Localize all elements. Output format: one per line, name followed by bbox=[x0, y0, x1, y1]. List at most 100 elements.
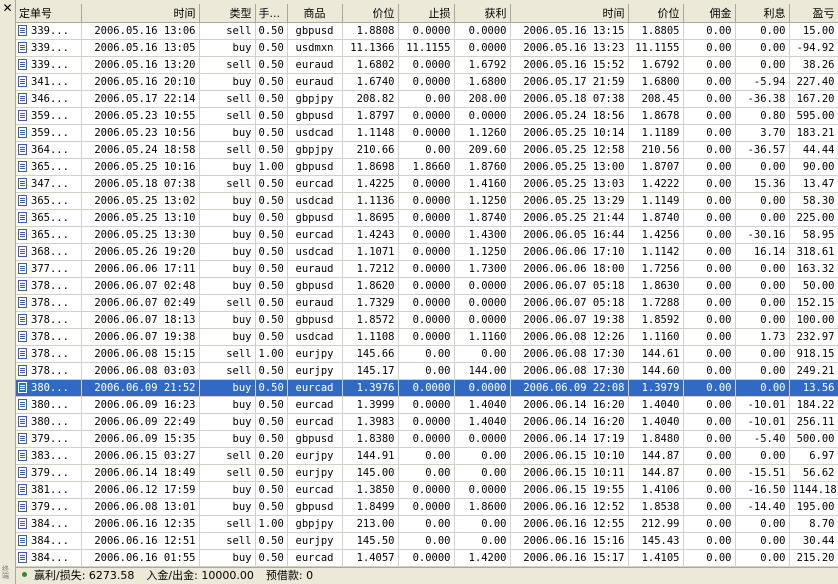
table-row[interactable]: 346... 2006.05.17 22:14 sell 0.50 gbpjpy 208.… bbox=[16, 90, 838, 108]
cell-close-time: 2006.06.16 12:55 bbox=[510, 515, 629, 533]
table-row[interactable]: 384... 2006.06.16 12:51 sell 0.50 eurjpy 145.… bbox=[16, 532, 838, 550]
cell-open-price: 1.3983 bbox=[342, 413, 399, 431]
cell-close-time: 2006.05.16 13:23 bbox=[510, 39, 629, 57]
table-row[interactable]: 379... 2006.06.09 15:35 buy 0.50 gbpusd 1.838… bbox=[16, 430, 838, 448]
cell-open-price: 1.8499 bbox=[342, 498, 399, 516]
table-row[interactable]: 339... 2006.05.16 13:20 sell 0.50 euraud 1.68… bbox=[16, 56, 838, 74]
cell-lots: 0.50 bbox=[255, 226, 288, 244]
cell-close-time: 2006.06.15 10:10 bbox=[510, 447, 629, 465]
table-row[interactable]: 378... 2006.06.07 19:38 buy 0.50 usdcad 1.110… bbox=[16, 328, 838, 346]
order-document-icon bbox=[18, 245, 27, 257]
table-row[interactable]: 380... 2006.06.09 21:52 buy 0.50 eurcad 1.397… bbox=[16, 379, 838, 397]
table-row[interactable]: 384... 2006.06.16 01:55 buy 0.50 eurcad 1.405… bbox=[16, 549, 838, 567]
table-row[interactable]: 341... 2006.05.16 20:10 buy 0.50 euraud 1.674… bbox=[16, 73, 838, 91]
col-header-order[interactable]: 定单号 bbox=[16, 4, 82, 23]
cell-take-profit: 0.00 bbox=[454, 464, 511, 482]
table-row[interactable]: 339... 2006.05.16 13:06 sell 0.50 gbpusd 1.88… bbox=[16, 22, 838, 40]
cell-take-profit: 208.00 bbox=[454, 90, 511, 108]
cell-order: 378... bbox=[16, 294, 82, 312]
cell-type: sell bbox=[199, 175, 256, 193]
table-row[interactable]: 359... 2006.05.23 10:55 sell 0.50 gbpusd 1.87… bbox=[16, 107, 838, 125]
order-id: 380... bbox=[31, 398, 69, 411]
close-icon[interactable]: ✕ bbox=[1, 2, 14, 15]
table-row[interactable]: 380... 2006.06.09 16:23 buy 0.50 eurcad 1.399… bbox=[16, 396, 838, 414]
table-row[interactable]: 365... 2006.05.25 10:16 buy 1.00 gbpusd 1.869… bbox=[16, 158, 838, 176]
table-row[interactable]: 365... 2006.05.25 13:10 buy 0.50 gbpusd 1.869… bbox=[16, 209, 838, 227]
cell-open-time: 2006.06.14 18:49 bbox=[81, 464, 200, 482]
table-row[interactable]: 378... 2006.06.08 15:15 sell 1.00 eurjpy 145.… bbox=[16, 345, 838, 363]
cell-type: sell bbox=[199, 345, 256, 363]
order-document-icon bbox=[18, 211, 27, 223]
table-row[interactable]: 364... 2006.05.24 18:58 sell 0.50 gbpjpy 210.… bbox=[16, 141, 838, 159]
col-header-profit[interactable]: 盈亏 bbox=[789, 4, 838, 23]
cell-swap: 16.14 bbox=[735, 243, 790, 261]
table-row[interactable]: 365... 2006.05.25 13:02 buy 0.50 usdcad 1.113… bbox=[16, 192, 838, 210]
cell-profit: 215.20 bbox=[789, 549, 838, 567]
cell-commission: 0.00 bbox=[683, 90, 736, 108]
cell-swap: 0.00 bbox=[735, 379, 790, 397]
cell-close-time: 2006.06.06 17:10 bbox=[510, 243, 629, 261]
order-document-icon bbox=[18, 228, 27, 240]
cell-symbol: eurjpy bbox=[287, 362, 343, 380]
cell-stop-loss: 0.0000 bbox=[398, 209, 455, 227]
table-row[interactable]: 378... 2006.06.08 03:03 sell 0.50 eurjpy 145.… bbox=[16, 362, 838, 380]
order-document-icon bbox=[18, 364, 27, 376]
table-row[interactable]: 378... 2006.06.07 18:13 buy 0.50 gbpusd 1.857… bbox=[16, 311, 838, 329]
cell-take-profit: 1.7300 bbox=[454, 260, 511, 278]
cell-profit: 13.56 bbox=[789, 379, 838, 397]
table-row[interactable]: 368... 2006.05.26 19:20 buy 0.50 usdcad 1.107… bbox=[16, 243, 838, 261]
cell-lots: 0.50 bbox=[255, 22, 288, 40]
status-bar: 赢利/损失: 6273.58 入金/出金: 10000.00 预借款: 0 bbox=[16, 567, 838, 584]
table-row[interactable]: 377... 2006.06.06 17:11 buy 0.50 euraud 1.721… bbox=[16, 260, 838, 278]
cell-close-price: 1.1142 bbox=[628, 243, 684, 261]
cell-profit: 184.22 bbox=[789, 396, 838, 414]
table-row[interactable]: 379... 2006.06.08 13:01 buy 0.50 gbpusd 1.849… bbox=[16, 498, 838, 516]
cell-swap: 0.00 bbox=[735, 549, 790, 567]
cell-commission: 0.00 bbox=[683, 39, 736, 57]
cell-close-price: 1.6792 bbox=[628, 56, 684, 74]
table-row[interactable]: 383... 2006.06.15 03:27 sell 0.20 eurjpy 144.… bbox=[16, 447, 838, 465]
order-document-icon bbox=[18, 177, 27, 189]
cell-close-time: 2006.06.15 10:11 bbox=[510, 464, 629, 482]
col-header-commission[interactable]: 佣金 bbox=[683, 4, 736, 23]
col-header-close-price[interactable]: 价位 bbox=[628, 4, 684, 23]
table-row[interactable]: 365... 2006.05.25 13:30 buy 0.50 eurcad 1.424… bbox=[16, 226, 838, 244]
cell-profit: 163.32 bbox=[789, 260, 838, 278]
cell-stop-loss: 0.0000 bbox=[398, 396, 455, 414]
cell-order: 341... bbox=[16, 73, 82, 91]
col-header-symbol[interactable]: 商品 bbox=[287, 4, 343, 23]
table-row[interactable]: 339... 2006.05.16 13:05 buy 0.50 usdmxn 11.13… bbox=[16, 39, 838, 57]
cell-symbol: gbpjpy bbox=[287, 141, 343, 159]
cell-open-price: 213.00 bbox=[342, 515, 399, 533]
cell-open-time: 2006.06.06 17:11 bbox=[81, 260, 200, 278]
col-header-lots[interactable]: 手... bbox=[255, 4, 288, 23]
table-row[interactable]: 378... 2006.06.07 02:49 sell 0.50 euraud 1.73… bbox=[16, 294, 838, 312]
cell-symbol: usdmxn bbox=[287, 39, 343, 57]
table-row[interactable]: 384... 2006.06.16 12:35 sell 1.00 gbpjpy 213.… bbox=[16, 515, 838, 533]
col-header-swap[interactable]: 利息 bbox=[735, 4, 790, 23]
cell-open-price: 1.3976 bbox=[342, 379, 399, 397]
col-header-take-profit[interactable]: 获利 bbox=[454, 4, 511, 23]
cell-open-time: 2006.06.16 12:51 bbox=[81, 532, 200, 550]
table-row[interactable]: 379... 2006.06.14 18:49 sell 0.50 eurjpy 145.… bbox=[16, 464, 838, 482]
cell-commission: 0.00 bbox=[683, 515, 736, 533]
col-header-stop-loss[interactable]: 止损 bbox=[398, 4, 455, 23]
table-row[interactable]: 381... 2006.06.12 17:59 buy 0.50 eurcad 1.385… bbox=[16, 481, 838, 499]
order-id: 378... bbox=[31, 313, 69, 326]
cell-commission: 0.00 bbox=[683, 498, 736, 516]
cell-order: 339... bbox=[16, 22, 82, 40]
cell-open-time: 2006.06.07 02:49 bbox=[81, 294, 200, 312]
cell-stop-loss: 0.00 bbox=[398, 141, 455, 159]
col-header-close-time[interactable]: 时间 bbox=[510, 4, 629, 23]
cell-type: buy bbox=[199, 311, 256, 329]
cell-open-price: 210.66 bbox=[342, 141, 399, 159]
col-header-type[interactable]: 类型 bbox=[199, 4, 256, 23]
table-row[interactable]: 378... 2006.06.07 02:48 buy 0.50 gbpusd 1.862… bbox=[16, 277, 838, 295]
cell-profit: 595.00 bbox=[789, 107, 838, 125]
col-header-open-price[interactable]: 价位 bbox=[342, 4, 399, 23]
col-header-open-time[interactable]: 时间 bbox=[81, 4, 200, 23]
table-row[interactable]: 380... 2006.06.09 22:49 buy 0.50 eurcad 1.398… bbox=[16, 413, 838, 431]
table-row[interactable]: 359... 2006.05.23 10:56 buy 0.50 usdcad 1.114… bbox=[16, 124, 838, 142]
table-row[interactable]: 347... 2006.05.18 07:38 sell 0.50 eurcad 1.42… bbox=[16, 175, 838, 193]
status-dot-icon bbox=[22, 572, 27, 577]
